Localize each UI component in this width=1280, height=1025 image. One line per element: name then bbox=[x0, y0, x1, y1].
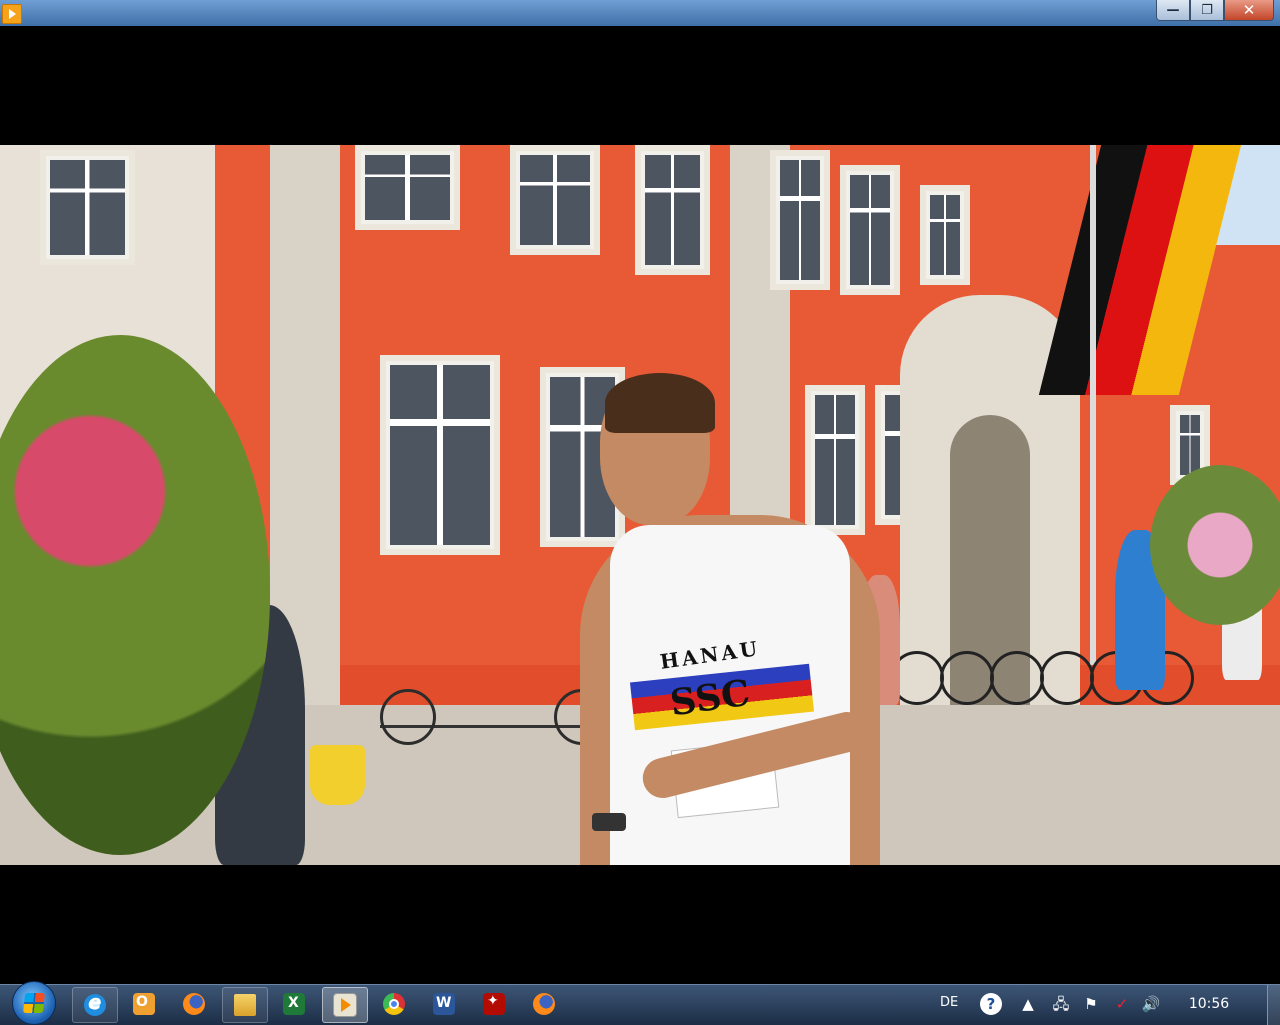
folder-icon bbox=[234, 994, 256, 1016]
network-icon[interactable]: 🖧 bbox=[1050, 993, 1072, 1015]
window bbox=[635, 145, 710, 275]
window bbox=[840, 165, 900, 295]
help-icon[interactable]: ? bbox=[980, 993, 1002, 1015]
internet-explorer-icon bbox=[84, 990, 106, 1016]
taskbar-item-word[interactable] bbox=[422, 987, 466, 1021]
close-button[interactable]: ✕ bbox=[1224, 0, 1274, 21]
outlook-icon bbox=[133, 993, 155, 1015]
media-player-icon bbox=[333, 993, 357, 1017]
antivirus-icon[interactable]: ✓ bbox=[1111, 993, 1133, 1015]
title-bar: — ❐ ✕ bbox=[0, 0, 1280, 26]
taskbar-item-file-explorer[interactable] bbox=[222, 987, 268, 1023]
window bbox=[380, 355, 500, 555]
runner-watch bbox=[592, 813, 626, 831]
taskbar-item-firefox[interactable] bbox=[172, 987, 216, 1021]
start-button[interactable] bbox=[12, 981, 56, 1025]
runner-hair bbox=[605, 373, 715, 433]
excel-icon bbox=[283, 993, 305, 1015]
window bbox=[510, 145, 600, 255]
chrome-icon bbox=[383, 993, 405, 1015]
taskbar-item-excel[interactable] bbox=[272, 987, 316, 1021]
flagpole bbox=[1090, 145, 1096, 665]
show-desktop-button[interactable] bbox=[1267, 985, 1280, 1025]
window bbox=[40, 150, 135, 265]
restore-button[interactable]: ❐ bbox=[1190, 0, 1224, 21]
window bbox=[355, 145, 460, 230]
window bbox=[770, 150, 830, 290]
firefox-icon bbox=[533, 993, 555, 1015]
window bbox=[920, 185, 970, 285]
taskbar-item-media-player[interactable] bbox=[322, 987, 368, 1023]
word-icon bbox=[433, 993, 455, 1015]
taskbar-item-outlook[interactable] bbox=[122, 987, 166, 1021]
taskbar-item-firefox-2[interactable] bbox=[522, 987, 566, 1021]
window bbox=[805, 385, 865, 535]
bicycles bbox=[380, 665, 610, 745]
window-controls: — ❐ ✕ bbox=[1156, 0, 1274, 21]
acrobat-icon bbox=[483, 993, 505, 1015]
video-frame[interactable]: HANAU SSC 764 bbox=[0, 145, 1280, 865]
taskbar-item-internet-explorer[interactable] bbox=[72, 987, 118, 1023]
clock[interactable]: 10:56 bbox=[1186, 996, 1232, 1012]
taskbar-item-acrobat[interactable] bbox=[472, 987, 516, 1021]
action-center-flag-icon[interactable]: ⚑ bbox=[1080, 993, 1102, 1015]
flowering-bush bbox=[1150, 465, 1280, 625]
media-player-app-icon[interactable] bbox=[2, 4, 22, 24]
show-hidden-icons-arrow[interactable]: ▲ bbox=[1017, 993, 1039, 1015]
language-indicator[interactable]: DE bbox=[940, 995, 958, 1010]
minimize-button[interactable]: — bbox=[1156, 0, 1190, 21]
firefox-icon bbox=[183, 993, 205, 1015]
taskbar-item-chrome[interactable] bbox=[372, 987, 416, 1021]
volume-icon[interactable]: 🔊 bbox=[1140, 993, 1162, 1015]
video-area[interactable]: HANAU SSC 764 bbox=[0, 26, 1280, 984]
taskbar: DE ? ▲ 🖧 ⚑ ✓ 🔊 10:56 bbox=[0, 981, 1280, 1025]
cafe-table bbox=[310, 745, 365, 805]
